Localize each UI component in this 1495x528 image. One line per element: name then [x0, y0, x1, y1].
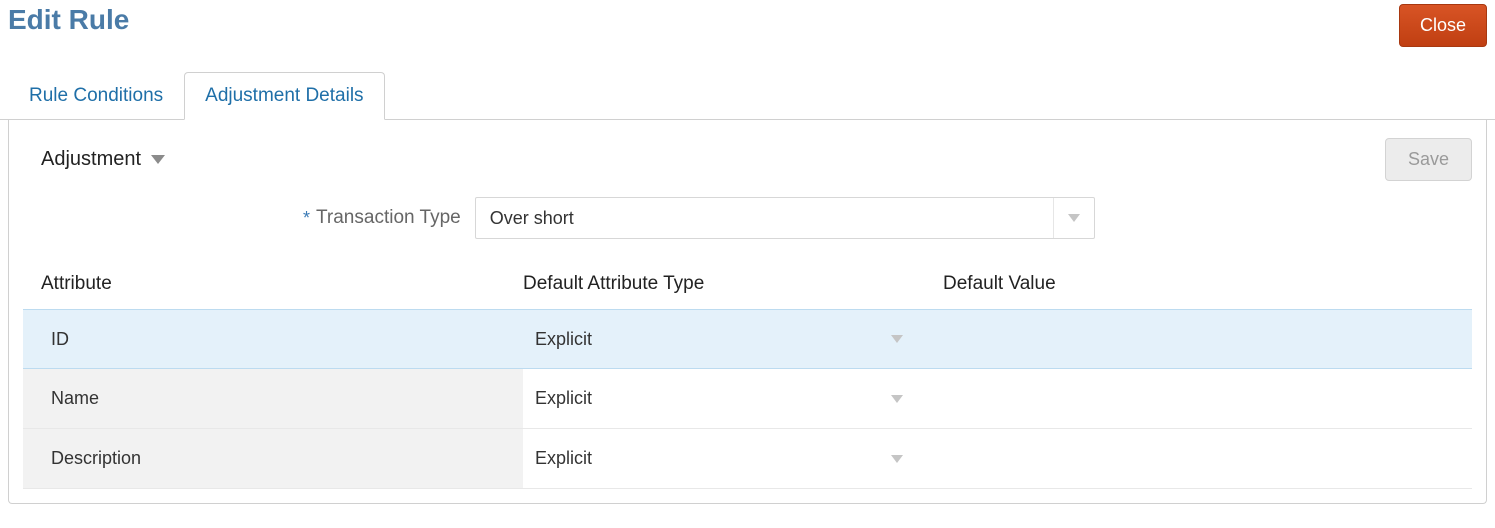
cell-type-value: Explicit: [535, 388, 592, 409]
cell-attribute: Description: [23, 429, 523, 488]
chevron-down-icon: [1053, 198, 1080, 238]
cell-type-value: Explicit: [535, 329, 592, 350]
attributes-table: Attribute Default Attribute Type Default…: [23, 265, 1472, 489]
section-menu-adjustment[interactable]: Adjustment: [41, 148, 165, 171]
save-button[interactable]: Save: [1385, 138, 1472, 181]
table-row[interactable]: Name Explicit: [23, 369, 1472, 429]
cell-default-value[interactable]: [943, 429, 1472, 488]
required-indicator: *: [303, 208, 310, 229]
page-title: Edit Rule: [8, 4, 129, 36]
chevron-down-icon: [891, 395, 903, 403]
chevron-down-icon: [891, 335, 903, 343]
section-title-label: Adjustment: [41, 148, 141, 171]
cell-default-attribute-type-select[interactable]: Explicit: [523, 429, 943, 488]
column-header-default-value: Default Value: [943, 273, 1472, 295]
chevron-down-icon: [151, 155, 165, 164]
close-button[interactable]: Close: [1399, 4, 1487, 47]
table-row[interactable]: Description Explicit: [23, 429, 1472, 489]
cell-default-value[interactable]: [943, 310, 1472, 368]
tab-rule-conditions[interactable]: Rule Conditions: [8, 72, 184, 120]
cell-attribute: Name: [23, 369, 523, 428]
tab-adjustment-details[interactable]: Adjustment Details: [184, 72, 384, 120]
table-header: Attribute Default Attribute Type Default…: [23, 265, 1472, 309]
cell-default-value[interactable]: [943, 369, 1472, 428]
table-row[interactable]: ID Explicit: [23, 309, 1472, 369]
transaction-type-select[interactable]: Over short: [475, 197, 1095, 239]
chevron-down-icon: [891, 455, 903, 463]
cell-attribute: ID: [23, 310, 523, 368]
tab-bar: Rule Conditions Adjustment Details: [0, 71, 1495, 120]
transaction-type-value: Over short: [490, 208, 574, 229]
cell-default-attribute-type-select[interactable]: Explicit: [523, 369, 943, 428]
cell-default-attribute-type-select[interactable]: Explicit: [523, 310, 943, 368]
adjustment-details-panel: Adjustment Save * Transaction Type Over …: [8, 120, 1487, 504]
cell-type-value: Explicit: [535, 448, 592, 469]
column-header-attribute: Attribute: [23, 273, 523, 295]
column-header-default-attribute-type: Default Attribute Type: [523, 273, 943, 295]
transaction-type-label: Transaction Type: [316, 207, 461, 229]
